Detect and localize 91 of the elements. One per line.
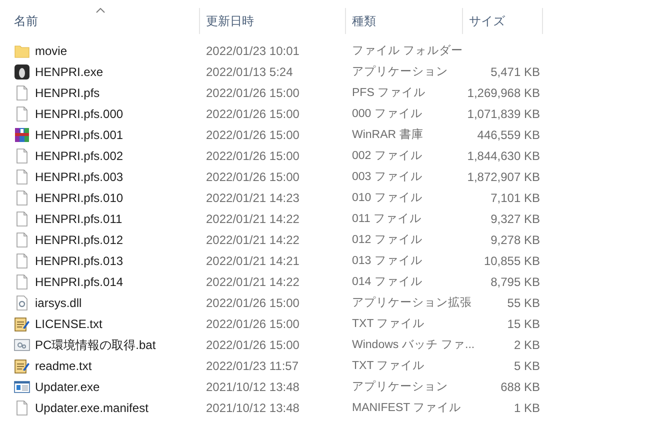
file-type: TXT ファイル [352, 360, 425, 372]
modified-date: 2022/01/26 15:00 [206, 148, 300, 162]
file-type: 014 ファイル [352, 276, 422, 288]
archive-icon [14, 126, 30, 142]
modified-date: 2022/01/21 14:22 [206, 212, 300, 226]
file-name[interactable]: HENPRI.pfs.010 [35, 188, 124, 206]
column-header[interactable]: サイズ [469, 12, 505, 30]
file-size: 5 KB [514, 358, 540, 374]
file-icon [14, 252, 30, 268]
file-icon [14, 168, 30, 184]
file-size: 1,844,630 KB [467, 148, 540, 164]
modified-date: 2022/01/26 15:00 [206, 316, 300, 330]
file-size: 9,327 KB [490, 210, 540, 228]
file-type: 010 ファイル [352, 192, 422, 204]
file-type: 011 ファイル [352, 212, 422, 225]
modified-date: 2022/01/21 14:22 [206, 232, 300, 246]
file-name[interactable]: HENPRI.pfs.001 [35, 126, 124, 144]
file-icon [14, 274, 30, 290]
file-name[interactable]: HENPRI.pfs [35, 84, 100, 102]
file-icon [14, 232, 30, 248]
notepad-icon [14, 316, 30, 332]
file-type: MANIFEST ファイル [352, 402, 462, 414]
file-size: 1,071,839 KB [467, 106, 540, 122]
modified-date: 2022/01/26 15:00 [206, 106, 300, 120]
file-size: 8,795 KB [490, 274, 540, 290]
file-size: 1,872,907 KB [467, 168, 540, 186]
file-type: ファイル フォルダー [352, 44, 464, 57]
file-name[interactable]: HENPRI.exe [35, 62, 104, 80]
file-type: 003 ファイル [352, 170, 422, 183]
file-type: 002 ファイル [352, 150, 422, 162]
file-type: 000 ファイル [352, 108, 422, 120]
file-name[interactable]: HENPRI.pfs.012 [35, 230, 124, 248]
column-header[interactable]: 更新日時 [206, 12, 254, 30]
file-type: アプリケーション [352, 380, 448, 393]
app-icon [14, 64, 30, 80]
file-size: 2 KB [514, 336, 540, 354]
modified-date: 2022/01/21 14:23 [206, 190, 300, 204]
file-type: PFS ファイル [352, 86, 426, 99]
modified-date: 2022/01/26 15:00 [206, 128, 300, 142]
modified-date: 2022/01/23 10:01 [206, 44, 300, 58]
file-size: 15 KB [507, 316, 540, 332]
file-name[interactable]: Updater.exe.manifest [35, 398, 148, 416]
file-name[interactable]: readme.txt [35, 356, 92, 374]
file-name[interactable]: Updater.exe [35, 378, 100, 396]
modified-date: 2022/01/26 15:00 [206, 86, 300, 100]
file-size: 5,471 KB [490, 64, 540, 80]
folder-icon [14, 42, 30, 58]
notepad-icon [14, 358, 30, 374]
file-name[interactable]: HENPRI.pfs.014 [35, 272, 124, 290]
modified-date: 2021/10/12 13:48 [206, 400, 300, 414]
modified-date: 2022/01/23 11:57 [206, 358, 299, 372]
column-header[interactable]: 種類 [352, 12, 376, 30]
modified-date: 2022/01/13 5:24 [206, 64, 293, 78]
window-icon [14, 378, 30, 394]
modified-date: 2022/01/26 15:00 [206, 170, 300, 184]
file-icon [14, 84, 30, 100]
file-icon [14, 210, 30, 226]
file-name[interactable]: HENPRI.pfs.003 [35, 168, 124, 186]
file-name[interactable]: movie [35, 42, 68, 60]
file-type: Windows バッチ ファ... [352, 338, 475, 351]
file-size: 446,559 KB [477, 126, 540, 144]
file-icon [14, 106, 30, 122]
file-name[interactable]: HENPRI.pfs.002 [35, 146, 124, 164]
file-type: アプリケーション拡張 [352, 296, 472, 309]
file-name[interactable]: PC環境情報の取得.bat [35, 336, 156, 354]
file-type: TXT ファイル [352, 318, 425, 330]
file-name[interactable]: iarsys.dll [35, 294, 82, 312]
file-type: 013 ファイル [352, 254, 422, 267]
file-icon [14, 148, 30, 164]
file-size: 7,101 KB [490, 190, 540, 206]
column-header[interactable]: 名前 [14, 12, 38, 30]
modified-date: 2022/01/21 14:22 [206, 274, 300, 288]
file-size: 1,269,968 KB [467, 84, 540, 102]
file-name[interactable]: HENPRI.pfs.000 [35, 104, 124, 122]
file-name[interactable]: HENPRI.pfs.013 [35, 252, 124, 270]
modified-date: 2022/01/21 14:21 [206, 254, 300, 268]
file-size: 55 KB [507, 294, 540, 312]
file-size: 10,855 KB [484, 252, 540, 270]
file-size: 688 KB [500, 378, 540, 396]
file-icon [14, 190, 30, 206]
file-type: 012 ファイル [352, 234, 422, 246]
file-icon [14, 400, 30, 416]
file-size: 9,278 KB [490, 232, 540, 248]
modified-date: 2022/01/26 15:00 [206, 338, 300, 352]
file-type: WinRAR 書庫 [352, 128, 424, 141]
file-size: 1 KB [514, 400, 540, 416]
file-name[interactable]: LICENSE.txt [35, 314, 102, 332]
modified-date: 2022/01/26 15:00 [206, 296, 300, 310]
file-name[interactable]: HENPRI.pfs.011 [35, 210, 122, 228]
file-type: アプリケーション [352, 66, 448, 78]
modified-date: 2021/10/12 13:48 [206, 380, 300, 394]
